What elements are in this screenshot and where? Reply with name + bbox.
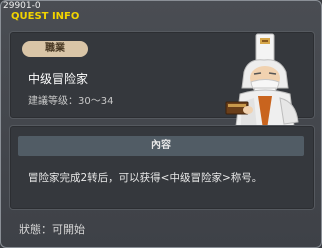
job-label-pill: 職業 xyxy=(22,41,88,57)
recommended-level: 建議等级：30～34 xyxy=(28,96,114,107)
content-header: 內容 xyxy=(18,136,304,156)
job-panel: 職業 中级冒险家 建議等级：30～34 xyxy=(9,31,315,143)
content-panel: 內容 冒险家完成2转后，可以获得<中级冒险家>称号。 xyxy=(9,125,315,210)
quest-info-window: 29901-0 QUEST INFO 職業 中级冒险家 建議等级：30～34 內… xyxy=(0,0,322,248)
quest-status: 狀態：可開始 xyxy=(19,223,85,236)
quest-id: 29901-0 xyxy=(3,1,41,11)
job-name: 中级冒险家 xyxy=(28,72,89,86)
content-text: 冒险家完成2转后，可以获得<中级冒险家>称号。 xyxy=(28,172,263,184)
window-title: QUEST INFO xyxy=(11,11,80,22)
